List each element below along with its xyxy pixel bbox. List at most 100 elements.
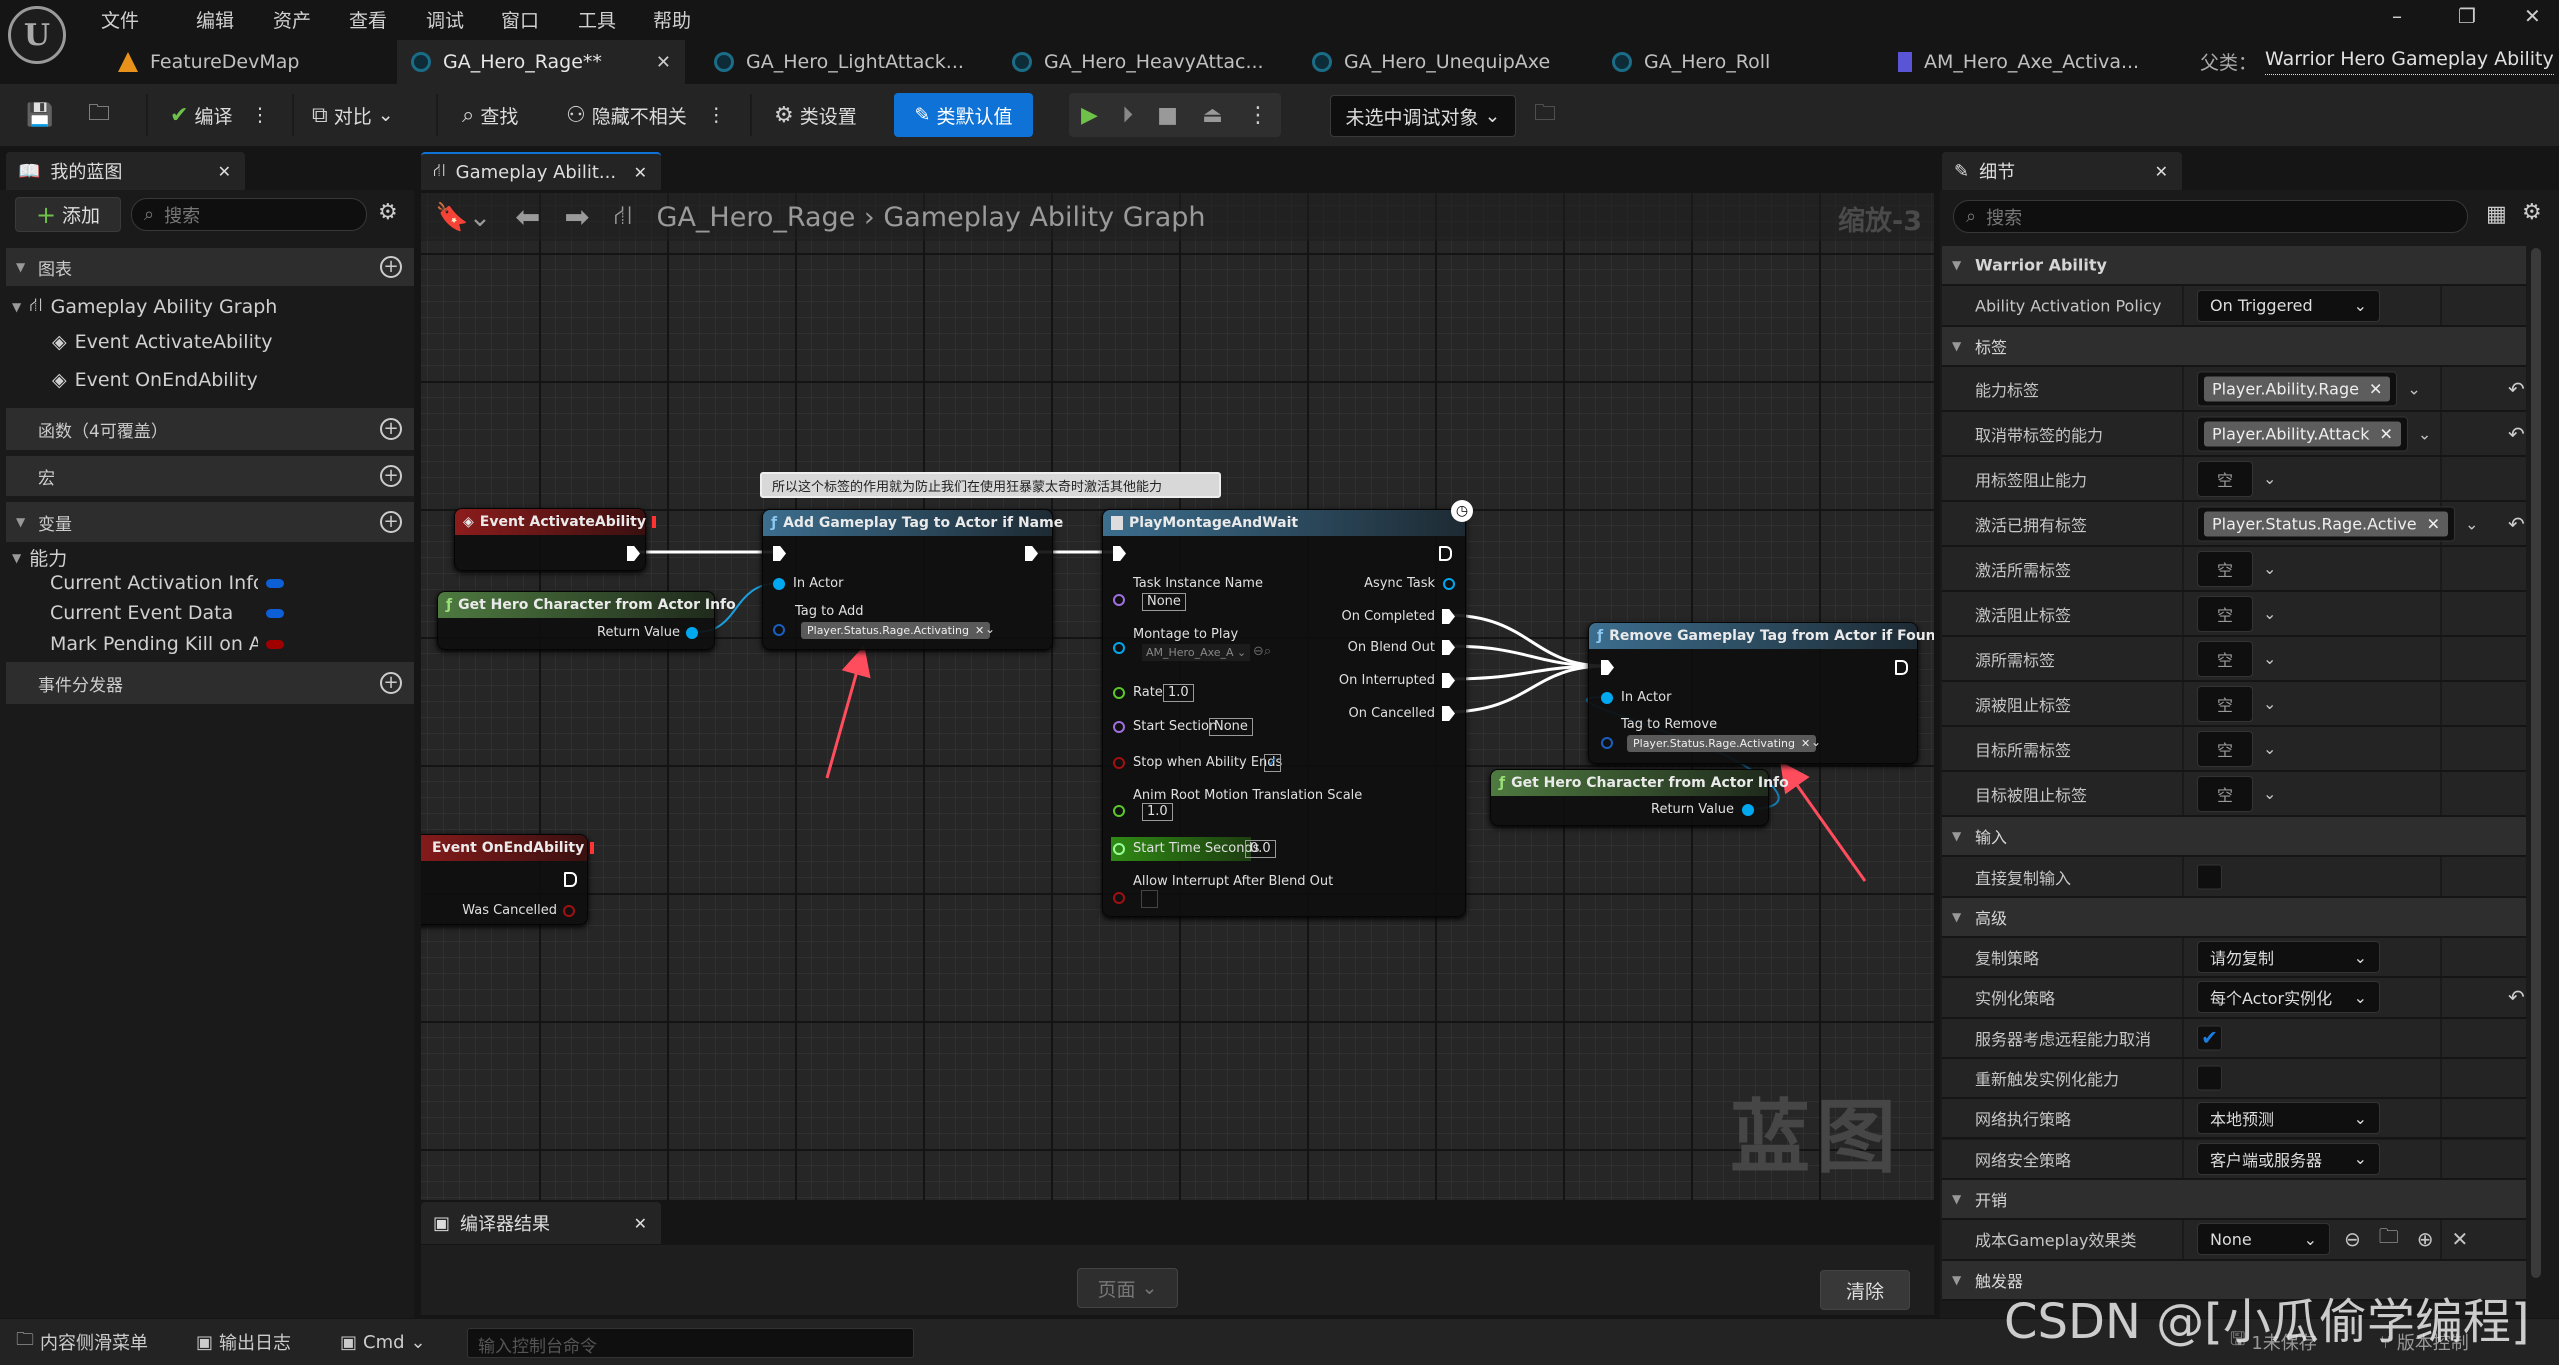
compile-button[interactable]: ✔ 编译 ⋮ <box>170 84 269 146</box>
details-section-header[interactable]: ▼ 标签 <box>1942 327 2526 367</box>
reset-to-default-icon[interactable]: ↶ <box>2508 985 2525 1009</box>
gear-icon[interactable]: ⚙ <box>2522 200 2542 225</box>
details-scrollbar[interactable] <box>2531 248 2541 1278</box>
property-checkbox[interactable] <box>2197 864 2222 889</box>
chevron-down-icon[interactable]: ⌄ <box>2465 514 2478 533</box>
tag-container[interactable]: Player.Ability.Attack ✕ <box>2197 416 2408 451</box>
menu-item[interactable]: 编辑 <box>196 6 234 33</box>
tag-chip[interactable]: Player.Status.Rage.Activating ✕ <box>801 622 991 639</box>
clear-icon[interactable]: ✕ <box>2452 1227 2469 1251</box>
chevron-down-icon[interactable]: ⌄ <box>2263 559 2276 578</box>
section-variables[interactable]: ▼ 变量 + <box>6 502 414 542</box>
return-value-pin[interactable] <box>686 627 698 639</box>
use-selected-icon[interactable]: ⊖ <box>2344 1227 2361 1251</box>
remove-gameplay-tag-node[interactable]: ƒ Remove Gameplay Tag from Actor if Found… <box>1588 622 1934 764</box>
montage-pin[interactable] <box>1113 642 1125 654</box>
rate-pin[interactable] <box>1113 687 1125 699</box>
browse-folder-icon[interactable]: 🗀 <box>2379 1222 2399 1256</box>
exec-out-pin[interactable] <box>627 546 640 561</box>
start-section-pin[interactable] <box>1113 721 1125 733</box>
details-tab[interactable]: ✎ 细节 ✕ <box>1942 152 2182 190</box>
add-gameplay-tag-node[interactable]: ƒ Add Gameplay Tag to Actor if Name In Ac… <box>762 509 1063 650</box>
event-activate-ability-node[interactable]: ◈ Event ActivateAbility <box>454 508 656 571</box>
menu-item[interactable]: 资产 <box>273 6 311 33</box>
details-section-header[interactable]: ▼ 高级 <box>1942 898 2526 938</box>
document-tab[interactable]: GA_Hero_Roll <box>1598 40 1878 84</box>
close-tab-icon[interactable]: ✕ <box>634 163 647 182</box>
start-time-field[interactable]: 0.0 <box>1245 840 1276 858</box>
close-window-icon[interactable]: ✕ <box>2524 4 2541 28</box>
get-hero-character-node[interactable]: ƒ Get Hero Character from Actor Info Retu… <box>437 591 736 650</box>
details-section-header[interactable]: ▼ 开销 <box>1942 1179 2526 1220</box>
exec-out-pin[interactable] <box>564 872 577 887</box>
class-settings-button[interactable]: ⚙ 类设置 <box>774 84 857 146</box>
chevron-down-icon[interactable]: ⌄ <box>2407 379 2420 398</box>
in-actor-pin[interactable] <box>1601 692 1613 704</box>
add-macro-icon[interactable]: + <box>380 465 402 487</box>
section-graphs[interactable]: ▼ 图表 + <box>6 248 414 286</box>
page-dropdown[interactable]: 页面 ⌄ <box>1077 1268 1178 1308</box>
output-log-button[interactable]: ▣ 输出日志 <box>196 1319 291 1365</box>
stop-checkbox[interactable]: ✓ <box>1264 754 1281 772</box>
exec-in-pin[interactable] <box>1601 660 1614 675</box>
document-tab[interactable]: GA_Hero_Rage** ✕ <box>397 40 685 84</box>
clear-button[interactable]: 清除 <box>1820 1270 1910 1310</box>
variable-item[interactable]: Mark Pending Kill on Ab <box>50 633 284 655</box>
chevron-down-icon[interactable]: ⌄ <box>2263 604 2276 623</box>
minimize-icon[interactable]: – <box>2392 4 2402 28</box>
save-button[interactable]: 💾 <box>26 84 53 146</box>
remove-tag-icon[interactable]: ✕ <box>2369 379 2382 398</box>
comment-bubble[interactable]: 所以这个标签的作用就为防止我们在使用狂暴蒙太奇时激活其他能力 <box>760 472 1221 498</box>
async-task-pin[interactable] <box>1443 578 1455 590</box>
stop-icon[interactable]: ■ <box>1157 103 1178 128</box>
use-browse-icons[interactable]: ⊖⌕ <box>1253 644 1271 659</box>
empty-tag-container[interactable]: 空 <box>2197 460 2253 497</box>
menu-item[interactable]: 帮助 <box>653 6 691 33</box>
remove-tag-icon[interactable]: ✕ <box>2379 424 2392 443</box>
exec-out-pin[interactable] <box>1895 660 1908 675</box>
montage-asset-dropdown[interactable]: AM_Hero_Axe_A ⌄ <box>1142 644 1251 661</box>
add-variable-icon[interactable]: + <box>380 511 402 533</box>
find-button[interactable]: ⌕ 查找 <box>462 84 518 146</box>
details-search-input[interactable]: ⌕ 搜索 <box>1953 200 2468 233</box>
reset-to-default-icon[interactable]: ↶ <box>2508 422 2525 446</box>
add-graph-icon[interactable]: + <box>380 256 402 278</box>
stop-pin[interactable] <box>1113 757 1125 769</box>
tag-pin[interactable] <box>773 624 785 636</box>
rate-field[interactable]: 1.0 <box>1163 684 1194 702</box>
add-function-icon[interactable]: + <box>380 418 402 440</box>
details-section-header[interactable]: ▼ 输入 <box>1942 817 2526 857</box>
empty-tag-container[interactable]: 空 <box>2197 775 2253 812</box>
get-hero-character-node[interactable]: ƒ Get Hero Character from Actor Info Retu… <box>1490 769 1789 826</box>
add-dispatcher-icon[interactable]: + <box>380 672 402 694</box>
eject-icon[interactable]: ⏏ <box>1202 103 1223 128</box>
chevron-down-icon[interactable]: ⌄ <box>2263 694 2276 713</box>
gear-icon[interactable]: ⚙ <box>378 200 398 225</box>
tag-container[interactable]: Player.Ability.Rage ✕ <box>2197 371 2398 406</box>
more-options-icon[interactable]: ⋮ <box>1247 103 1269 128</box>
allow-interrupt-checkbox[interactable] <box>1141 890 1158 908</box>
on-interrupted-pin[interactable] <box>1442 673 1455 688</box>
play-montage-and-wait-node[interactable]: PlayMontageAndWait ◷ Task Instance Name … <box>1102 500 1473 917</box>
property-dropdown[interactable]: On Triggered ⌄ <box>2197 289 2380 322</box>
document-tab[interactable]: GA_Hero_HeavyAttac... <box>998 40 1295 84</box>
browse-button[interactable]: 🗀 <box>88 84 110 146</box>
menu-item[interactable]: 文件 <box>101 6 139 33</box>
remove-tag-icon[interactable]: ✕ <box>975 624 984 637</box>
close-tab-icon[interactable]: ✕ <box>634 1214 647 1233</box>
tag-container[interactable]: Player.Status.Rage.Active ✕ <box>2197 506 2456 541</box>
chevron-down-icon[interactable]: ⌄ <box>2263 469 2276 488</box>
tag-chip[interactable]: Player.Status.Rage.Activating ✕ <box>1627 735 1817 752</box>
chevron-down-icon[interactable]: ⌄ <box>2263 784 2276 803</box>
exec-out-pin[interactable] <box>1025 546 1038 561</box>
more-options-icon[interactable]: ⋮ <box>250 104 269 126</box>
on-completed-pin[interactable] <box>1442 609 1455 624</box>
start-time-pin[interactable] <box>1113 843 1125 855</box>
menu-item[interactable]: 调试 <box>426 6 464 33</box>
cmd-dropdown[interactable]: ▣ Cmd ⌄ <box>340 1319 426 1365</box>
blueprint-search-input[interactable]: ⌕ 搜索 <box>131 198 367 231</box>
empty-tag-container[interactable]: 空 <box>2197 550 2253 587</box>
hide-unrelated-button[interactable]: ⚇ 隐藏不相关 ⋮ <box>566 84 726 146</box>
document-tab[interactable]: GA_Hero_UnequipAxe <box>1298 40 1595 84</box>
parent-class-link[interactable]: Warrior Hero Gameplay Ability <box>2265 48 2554 75</box>
